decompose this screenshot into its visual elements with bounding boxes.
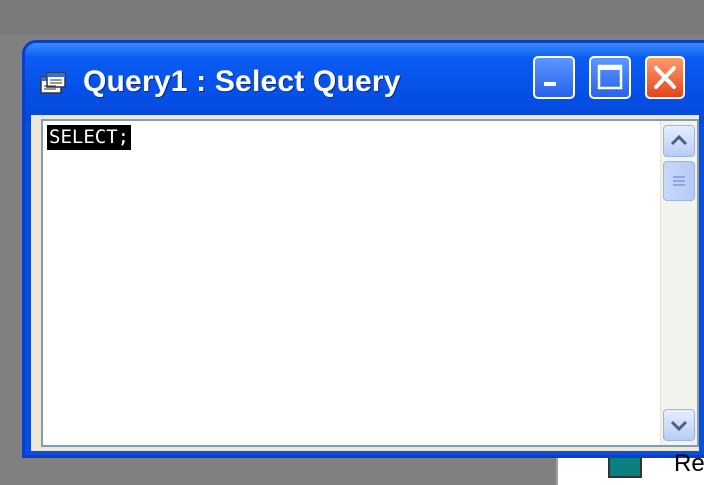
maximize-icon bbox=[597, 64, 623, 90]
scroll-thumb[interactable] bbox=[663, 161, 695, 201]
minimize-button[interactable] bbox=[533, 56, 575, 99]
scroll-down-button[interactable] bbox=[663, 409, 695, 441]
maximize-button[interactable] bbox=[589, 56, 631, 99]
query-window-icon bbox=[40, 72, 66, 94]
sql-text-selection[interactable]: SELECT; bbox=[47, 125, 132, 150]
desktop-background bbox=[0, 0, 704, 34]
background-app-panel: Re bbox=[556, 450, 704, 485]
query-window[interactable]: Query1 : Select Query SELECT; bbox=[22, 40, 704, 458]
vertical-scrollbar[interactable] bbox=[660, 121, 697, 445]
thumb-grip bbox=[673, 176, 685, 178]
window-client-area: SELECT; bbox=[31, 115, 699, 451]
sql-editor[interactable]: SELECT; bbox=[41, 119, 699, 447]
thumb-grip bbox=[673, 184, 685, 186]
chevron-up-icon bbox=[670, 134, 688, 146]
title-bar[interactable]: Query1 : Select Query bbox=[25, 43, 704, 123]
thumb-grip bbox=[673, 180, 685, 182]
scroll-up-button[interactable] bbox=[663, 125, 695, 157]
window-title: Query1 : Select Query bbox=[83, 65, 401, 98]
close-icon bbox=[654, 66, 676, 89]
chevron-down-icon bbox=[670, 420, 688, 432]
minimize-icon bbox=[544, 82, 556, 86]
background-item-label: Re bbox=[674, 450, 704, 477]
report-icon bbox=[608, 458, 642, 478]
close-button[interactable] bbox=[645, 56, 685, 99]
